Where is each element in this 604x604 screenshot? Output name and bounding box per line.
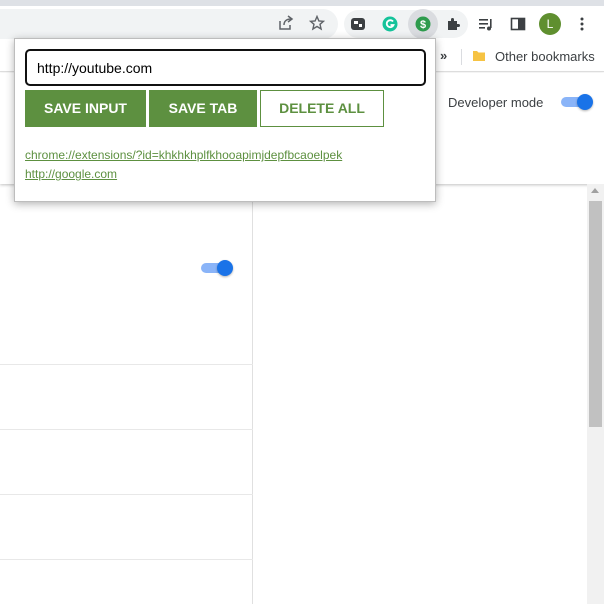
side-panel-icon[interactable] <box>508 14 528 34</box>
extension-enable-toggle[interactable] <box>201 260 233 276</box>
save-input-button[interactable]: SAVE INPUT <box>25 90 146 127</box>
save-tab-button[interactable]: SAVE TAB <box>149 90 257 127</box>
extension-popup: SAVE INPUT SAVE TAB DELETE ALL chrome://… <box>14 38 436 202</box>
profile-avatar[interactable]: L <box>539 13 561 35</box>
scrollbar-thumb[interactable] <box>589 201 602 427</box>
developer-mode-label: Developer mode <box>448 95 544 110</box>
browser-toolbar: $ L <box>0 6 604 42</box>
scroll-up-arrow-icon[interactable] <box>591 188 599 193</box>
grammarly-icon[interactable] <box>380 14 400 34</box>
more-vert-icon[interactable] <box>572 14 592 34</box>
puzzle-icon[interactable] <box>444 14 464 34</box>
extension-icon-1[interactable] <box>348 14 368 34</box>
card-divider <box>0 429 253 430</box>
page-scrollbar[interactable] <box>587 184 604 604</box>
card-divider <box>0 494 253 495</box>
card-divider <box>0 364 253 365</box>
folder-icon <box>472 49 486 63</box>
card-divider <box>0 559 253 560</box>
dollar-extension-icon[interactable]: $ <box>413 14 433 34</box>
bookmarks-separator <box>461 49 462 65</box>
saved-links-list: chrome://extensions/?id=khkhkhplfkhooapi… <box>25 146 342 184</box>
bookmarks-overflow-chevron[interactable]: » <box>440 48 447 63</box>
saved-link[interactable]: http://google.com <box>25 165 342 184</box>
delete-all-button[interactable]: DELETE ALL <box>260 90 384 127</box>
star-icon[interactable] <box>307 13 327 33</box>
media-control-icon[interactable] <box>476 14 496 34</box>
share-icon[interactable] <box>276 13 296 33</box>
developer-mode-toggle[interactable] <box>561 94 593 110</box>
extension-card <box>0 188 253 604</box>
other-bookmarks-link[interactable]: Other bookmarks <box>495 49 595 64</box>
svg-text:$: $ <box>420 19 426 31</box>
saved-link[interactable]: chrome://extensions/?id=khkhkhplfkhooapi… <box>25 146 342 165</box>
url-input[interactable] <box>25 49 426 86</box>
browser-window: $ L » Other bookmarks Developer mode htt… <box>0 0 604 604</box>
